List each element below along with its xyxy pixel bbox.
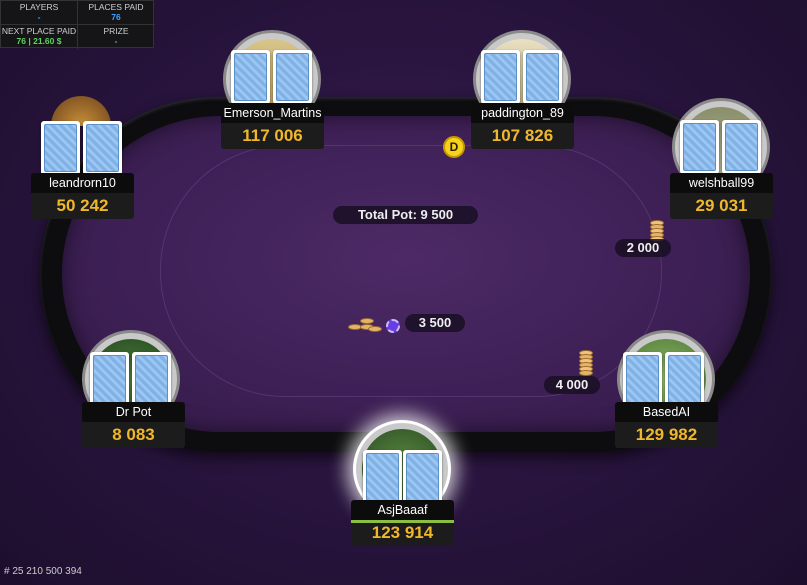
next-place-value: 76 | 21.60 $ [16, 36, 62, 46]
seat-dr-pot[interactable]: Dr Pot 8 083 [80, 330, 185, 452]
card-back [231, 50, 270, 104]
total-pot: Total Pot: 9 500 [333, 206, 478, 224]
seat-hero-asjbaaaf[interactable]: AsjBaaaf 123 914 [351, 420, 454, 548]
dealer-button: D [443, 136, 465, 158]
card-back [132, 352, 171, 406]
player-stack-value: 123 914 [371, 523, 434, 542]
card-back [481, 50, 520, 104]
players-value: - [37, 12, 41, 22]
seat-basedai[interactable]: BasedAI 129 982 [615, 330, 718, 452]
player-name: leandrorn10 [31, 173, 134, 193]
card-back [403, 450, 442, 504]
player-stack: 123 914 [351, 520, 454, 546]
player-stack: 129 982 [615, 422, 718, 448]
player-stack: 107 826 [471, 123, 574, 149]
card-back [623, 352, 662, 406]
prize-value: - [114, 36, 118, 46]
card-back [665, 352, 704, 406]
card-back [523, 50, 562, 104]
player-name: AsjBaaaf [351, 500, 454, 520]
player-name: Emerson_Martins [221, 103, 324, 123]
player-stack: 29 031 [670, 193, 773, 219]
player-name: welshball99 [670, 173, 773, 193]
player-stack: 117 006 [221, 123, 324, 149]
hand-id: # 25 210 500 394 [4, 566, 82, 577]
card-back [83, 121, 122, 175]
bet-chips-icon [579, 350, 593, 378]
center-bet-amount: 3 500 [405, 314, 465, 332]
places-paid-value: 76 [111, 12, 121, 22]
center-chip-stack-icon [348, 312, 404, 336]
tournament-info-panel: PLAYERS - PLACES PAID 76 NEXT PLACE PAID… [0, 0, 155, 49]
seat-paddington-89[interactable]: paddington_89 107 826 [471, 30, 574, 152]
bet-amount-basedai: 4 000 [544, 376, 600, 394]
seat-welshball99[interactable]: welshball99 29 031 [670, 98, 773, 222]
player-name: paddington_89 [471, 103, 574, 123]
player-name: Dr Pot [82, 402, 185, 422]
player-name: BasedAI [615, 402, 718, 422]
card-back [680, 120, 719, 174]
seat-emerson-martins[interactable]: Emerson_Martins 117 006 [221, 30, 324, 152]
seat-leandrorn10[interactable]: leandrorn10 50 242 [31, 96, 134, 222]
card-back [41, 121, 80, 175]
player-stack: 8 083 [82, 422, 185, 448]
player-stack: 50 242 [31, 193, 134, 219]
card-back [722, 120, 761, 174]
card-back [273, 50, 312, 104]
card-back [90, 352, 129, 406]
action-timer-bar [351, 520, 454, 523]
card-back [363, 450, 402, 504]
bet-amount-welshball: 2 000 [615, 239, 671, 257]
